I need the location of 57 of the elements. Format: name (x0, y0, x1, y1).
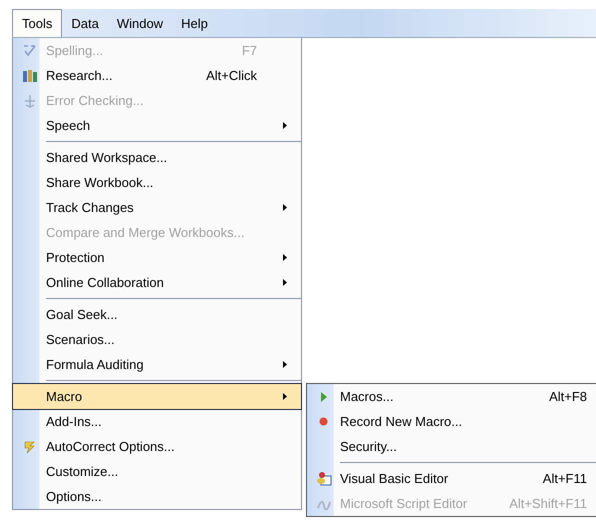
menu-item-label: Macro (46, 389, 82, 404)
submenu-item[interactable]: Security... (307, 434, 596, 459)
menu-item-label: Scenarios... (46, 332, 115, 347)
shortcut-text: Alt+Click (206, 68, 257, 83)
menu-item[interactable]: Online Collaboration (13, 270, 301, 295)
menu-item-label: Goal Seek... (46, 307, 118, 322)
submenu-item[interactable]: Visual Basic Editor Alt+F11 (307, 466, 596, 491)
menu-bar-item[interactable]: Tools (12, 9, 62, 37)
menu-bar-item[interactable]: Help (172, 9, 217, 37)
menu-item-label: Visual Basic Editor (340, 471, 448, 486)
menu-item-label: Error Checking... (46, 93, 144, 108)
shortcut-text: F7 (242, 43, 257, 58)
editor-icon (316, 470, 332, 486)
menu-item-label: Shared Workspace... (46, 150, 168, 165)
menu-item-label: Online Collaboration (46, 275, 164, 290)
menu-bar-item[interactable]: Window (108, 9, 172, 37)
menu-item-label: Compare and Merge Workbooks... (46, 225, 244, 240)
shortcut-text: Alt+F11 (542, 471, 587, 486)
lightning-icon (22, 438, 38, 454)
submenu-item[interactable]: Record New Macro... (307, 409, 596, 434)
shortcut-text: Alt+F8 (549, 389, 587, 404)
books-icon (22, 68, 38, 84)
menu-item-label: Share Workbook... (46, 175, 154, 190)
menu-item-label: Formula Auditing (46, 357, 144, 372)
menu-item[interactable]: Research... Alt+Click (13, 63, 301, 88)
menu-item-label: Track Changes (46, 200, 134, 215)
menu-item[interactable]: Speech (13, 113, 301, 138)
menu-item[interactable]: Track Changes (13, 195, 301, 220)
play-icon (320, 392, 328, 402)
menu-item-label: Security... (340, 439, 397, 454)
submenu-item[interactable]: Macros... Alt+F8 (307, 384, 596, 409)
menu-item[interactable]: AutoCorrect Options... (13, 434, 301, 459)
menu-item[interactable]: Formula Auditing (13, 352, 301, 377)
menu-item-label: Spelling... (46, 43, 104, 58)
menu-item[interactable]: Options... (13, 484, 301, 509)
menu-item-label: Speech (46, 118, 90, 133)
menu-item-label: Macros... (340, 389, 394, 404)
shortcut-text: Alt+Shift+F11 (509, 496, 587, 511)
menu-item-label: Research... (46, 68, 112, 83)
menu-item[interactable]: Share Workbook... (13, 170, 301, 195)
menu-item[interactable]: Add-Ins... (13, 409, 301, 434)
spell-check-icon (22, 42, 38, 58)
menu-item[interactable]: Goal Seek... (13, 302, 301, 327)
menu-item-label: Customize... (46, 464, 118, 479)
record-icon (319, 417, 328, 426)
menu-item[interactable]: Protection (13, 245, 301, 270)
menu-item-label: Record New Macro... (340, 414, 462, 429)
menu-item[interactable]: Customize... (13, 459, 301, 484)
menu-item-label: Options... (46, 489, 102, 504)
menu-item[interactable]: Shared Workspace... (13, 145, 301, 170)
menu-item[interactable]: Scenarios... (13, 327, 301, 352)
menu-item-label: Microsoft Script Editor (340, 496, 468, 511)
menu-item-label: Protection (46, 250, 105, 265)
menu-bar-item[interactable]: Data (62, 9, 108, 37)
menu-item[interactable]: Macro (13, 384, 301, 409)
menu-item-label: Add-Ins... (46, 414, 102, 429)
menu-item-label: AutoCorrect Options... (46, 439, 175, 454)
